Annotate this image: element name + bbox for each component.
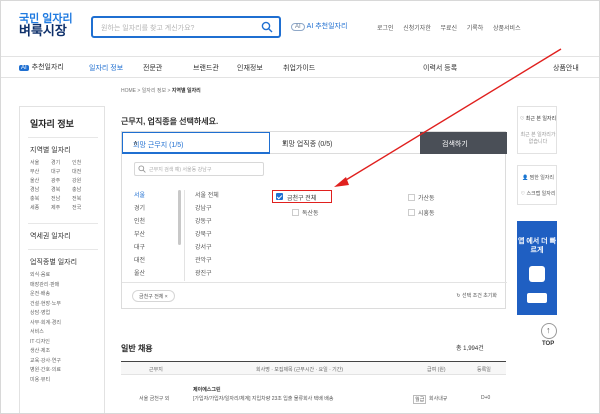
page-frame: 국민 일자리 벼룩시장 원하는 일자리를 찾고 계신가요? AI AI 추천일자리… — [0, 0, 600, 414]
annotation-arrow — [334, 48, 562, 187]
